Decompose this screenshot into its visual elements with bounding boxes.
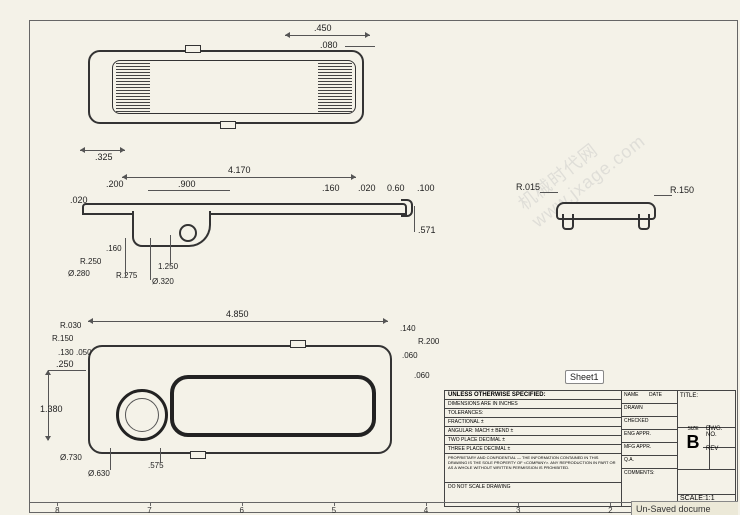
view-top [88, 50, 364, 124]
dim-v2-571: .571 [418, 226, 436, 235]
dim-v3-130: .130 [58, 349, 74, 357]
tb-proprietary: PROPRIETARY AND CONFIDENTIAL — THE INFOR… [445, 454, 621, 483]
co-v2-d320: Ø.320 [152, 278, 174, 286]
dim-v1-b: .080 [320, 41, 338, 50]
co-v3-630: Ø.630 [88, 470, 110, 478]
tb-header: UNLESS OTHERWISE SPECIFIED: [445, 391, 621, 400]
title-block: UNLESS OTHERWISE SPECIFIED: DIMENSIONS A… [444, 390, 736, 507]
dim-v2-160: .160 [322, 184, 340, 193]
co-v2-160: .160 [106, 245, 122, 253]
dim-v3-250: .250 [56, 360, 74, 369]
status-bar: Un-Saved docume [631, 501, 738, 515]
dim-v3-ovr: 4.850 [226, 310, 249, 319]
tb-dns: DO NOT SCALE DRAWING [445, 483, 621, 491]
dim-v3-050: .050 [76, 349, 92, 357]
co-v3-r150: R.150 [52, 335, 73, 343]
dim-v1-a: .450 [314, 24, 332, 33]
dim-v2-020l: .020 [70, 196, 88, 205]
co-v2-1250: 1.250 [158, 263, 178, 271]
dim-v2-overall: 4.170 [228, 166, 251, 175]
drawing-canvas: 机械时代网 www.jxage.com .450 .080 .325 4.170… [0, 0, 740, 515]
co-v3-730: Ø.730 [60, 454, 82, 462]
dim-v3-060b: .060 [414, 372, 430, 380]
dim-v3-r200: R.200 [418, 338, 439, 346]
dim-v2-100: .100 [417, 184, 435, 193]
status-text: Un-Saved docume [636, 504, 711, 514]
dim-v2-900: .900 [178, 180, 196, 189]
co-v3-575: .575 [148, 462, 164, 470]
sheet-tooltip: Sheet1 [565, 370, 604, 384]
dim-v3-140: .140 [400, 325, 416, 333]
dim-det-l: R.015 [516, 183, 540, 192]
dim-v2-020r: .020 [358, 184, 376, 193]
dim-v3-1380: 1.380 [40, 405, 63, 414]
dim-v2-060: 0.60 [387, 184, 405, 193]
view-side [82, 195, 407, 250]
co-v2-d280: Ø.280 [68, 270, 90, 278]
dim-v1-left: .325 [95, 153, 113, 162]
dim-v3-060a: .060 [402, 352, 418, 360]
co-v2-r250: R.250 [80, 258, 101, 266]
co-v3-r030: R.030 [60, 322, 81, 330]
tb-title-label: TITLE: [680, 393, 698, 399]
dim-det-r: R.150 [670, 186, 694, 195]
view-plan [88, 345, 392, 454]
co-v2-r275: R.275 [116, 272, 137, 280]
view-detail [556, 196, 656, 231]
dim-v2-200: .200 [106, 180, 124, 189]
